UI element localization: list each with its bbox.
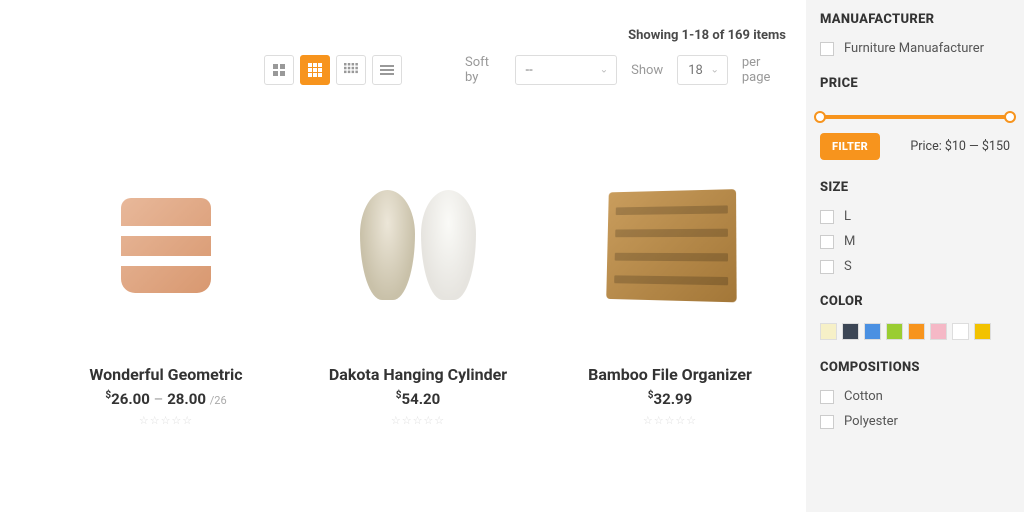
price-range-text: Price: $10 — $150 — [910, 139, 1010, 154]
color-swatch[interactable] — [974, 323, 991, 340]
filter-option-label: Polyester — [844, 414, 898, 429]
color-swatch[interactable] — [864, 323, 881, 340]
product-title: Wonderful Geometric — [50, 365, 282, 384]
product-title: Dakota Hanging Cylinder — [302, 365, 534, 384]
checkbox-icon — [820, 390, 834, 404]
show-value: 18 — [688, 63, 703, 78]
color-swatch[interactable] — [886, 323, 903, 340]
sort-select[interactable]: -- ⌄ — [515, 55, 618, 85]
filter-sidebar: MANUAFACTURER Furniture Manuafacturer PR… — [806, 0, 1024, 512]
filter-option[interactable]: M — [820, 234, 1010, 249]
product-thumbnail — [302, 125, 534, 365]
checkbox-icon — [820, 235, 834, 249]
chevron-down-icon: ⌄ — [600, 65, 608, 76]
view-list-button[interactable] — [372, 55, 402, 85]
rating-stars: ☆☆☆☆☆ — [302, 414, 534, 427]
filter-option[interactable]: S — [820, 259, 1010, 274]
filter-heading-size: SIZE — [820, 180, 1010, 195]
filter-option[interactable]: Polyester — [820, 414, 1010, 429]
grid-4-icon — [344, 63, 358, 77]
sort-value: -- — [526, 63, 533, 78]
rating-stars: ☆☆☆☆☆ — [50, 414, 282, 427]
filter-option-label: M — [844, 234, 855, 249]
show-select[interactable]: 18 ⌄ — [677, 55, 728, 85]
slider-handle-max[interactable] — [1004, 111, 1016, 123]
product-card[interactable]: Dakota Hanging Cylinder $54.20 ☆☆☆☆☆ — [302, 125, 534, 427]
grid-3-icon — [308, 63, 322, 77]
view-grid-4-button[interactable] — [336, 55, 366, 85]
filter-button[interactable]: FILTER — [820, 133, 880, 160]
view-grid-2-button[interactable] — [264, 55, 294, 85]
product-thumbnail — [554, 125, 786, 365]
show-label: Show — [631, 63, 663, 78]
controls-bar: Soft by -- ⌄ Show 18 ⌄ per page — [50, 55, 786, 85]
filter-option[interactable]: Cotton — [820, 389, 1010, 404]
view-grid-3-button[interactable] — [300, 55, 330, 85]
product-price: $54.20 — [302, 390, 534, 408]
per-page-label: per page — [742, 55, 786, 85]
checkbox-icon — [820, 210, 834, 224]
chevron-down-icon: ⌄ — [710, 65, 718, 76]
price-slider[interactable] — [820, 115, 1010, 119]
filter-option[interactable]: Furniture Manuafacturer — [820, 41, 1010, 56]
view-mode-group — [264, 55, 402, 85]
product-card[interactable]: Bamboo File Organizer $32.99 ☆☆☆☆☆ — [554, 125, 786, 427]
filter-option-label: Furniture Manuafacturer — [844, 41, 984, 56]
filter-option[interactable]: L — [820, 209, 1010, 224]
filter-heading-price: PRICE — [820, 76, 1010, 91]
filter-option-label: L — [844, 209, 851, 224]
slider-handle-min[interactable] — [814, 111, 826, 123]
product-price: $32.99 — [554, 390, 786, 408]
filter-option-label: S — [844, 259, 852, 274]
grid-2-icon — [272, 63, 286, 77]
sort-label: Soft by — [465, 55, 501, 85]
filter-option-label: Cotton — [844, 389, 883, 404]
filter-heading-color: COLOR — [820, 294, 1010, 309]
filter-heading-compositions: COMPOSITIONS — [820, 360, 1010, 375]
product-grid: Wonderful Geometric $26.00 – 28.00 /26 ☆… — [50, 125, 786, 427]
rating-stars: ☆☆☆☆☆ — [554, 414, 786, 427]
color-swatch[interactable] — [952, 323, 969, 340]
product-listing: Showing 1-18 of 169 items Soft by -- ⌄ S… — [0, 0, 806, 512]
product-title: Bamboo File Organizer — [554, 365, 786, 384]
product-price: $26.00 – 28.00 /26 — [50, 390, 282, 408]
checkbox-icon — [820, 415, 834, 429]
filter-heading-manufacturer: MANUAFACTURER — [820, 12, 1010, 27]
product-card[interactable]: Wonderful Geometric $26.00 – 28.00 /26 ☆… — [50, 125, 282, 427]
color-swatch[interactable] — [820, 323, 837, 340]
checkbox-icon — [820, 42, 834, 56]
color-swatch[interactable] — [908, 323, 925, 340]
color-swatch[interactable] — [930, 323, 947, 340]
color-swatch[interactable] — [842, 323, 859, 340]
list-icon — [380, 63, 394, 77]
showing-count: Showing 1-18 of 169 items — [628, 28, 786, 43]
checkbox-icon — [820, 260, 834, 274]
color-swatches — [820, 323, 1010, 340]
product-thumbnail — [50, 125, 282, 365]
